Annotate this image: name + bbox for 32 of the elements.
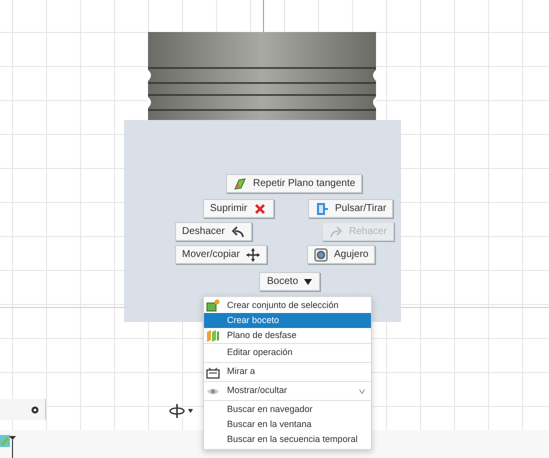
close-icon (253, 202, 268, 216)
menu-item[interactable]: Mostrar/ocultar (204, 383, 371, 399)
menu-item[interactable]: Crear boceto (204, 313, 371, 328)
menu-button[interactable]: Deshacer (175, 222, 252, 241)
menu-item[interactable]: Buscar en la secuencia temporal (204, 432, 371, 447)
menu-button[interactable]: Mover/copiar (175, 245, 267, 264)
menu-item[interactable]: Editar operación (204, 345, 371, 361)
menu-item[interactable]: Buscar en la ventana (204, 417, 371, 432)
menu-button[interactable]: Pulsar/Tirar (308, 199, 394, 218)
menu-item[interactable]: Buscar en navegador (204, 402, 371, 417)
menu-button[interactable]: Repetir Plano tangente (226, 174, 362, 193)
caret-icon (304, 278, 312, 284)
offset-plane-icon (206, 329, 220, 342)
menu-item[interactable]: Plano de desfase (204, 328, 371, 343)
hole-icon (314, 248, 328, 262)
menu-button[interactable]: Suprimir (203, 199, 274, 218)
selection-set-icon (206, 299, 220, 312)
door-icon (315, 202, 329, 216)
redo-icon (329, 224, 343, 238)
menu-item[interactable]: Crear conjunto de selección (204, 298, 371, 313)
circle-icon (31, 406, 39, 414)
look-at-icon (206, 366, 220, 378)
sketch-dropdown[interactable]: Boceto (259, 272, 320, 291)
axis-line (263, 0, 264, 32)
orbit-icon (169, 403, 185, 419)
move-icon (246, 248, 260, 262)
plane-icon (233, 176, 247, 190)
undo-icon (230, 224, 245, 238)
menu-button[interactable]: Agujero (307, 245, 376, 264)
caret-icon (188, 409, 193, 413)
menu-item[interactable]: Mirar a (204, 364, 371, 380)
timeline-feature-icon (0, 433, 16, 458)
